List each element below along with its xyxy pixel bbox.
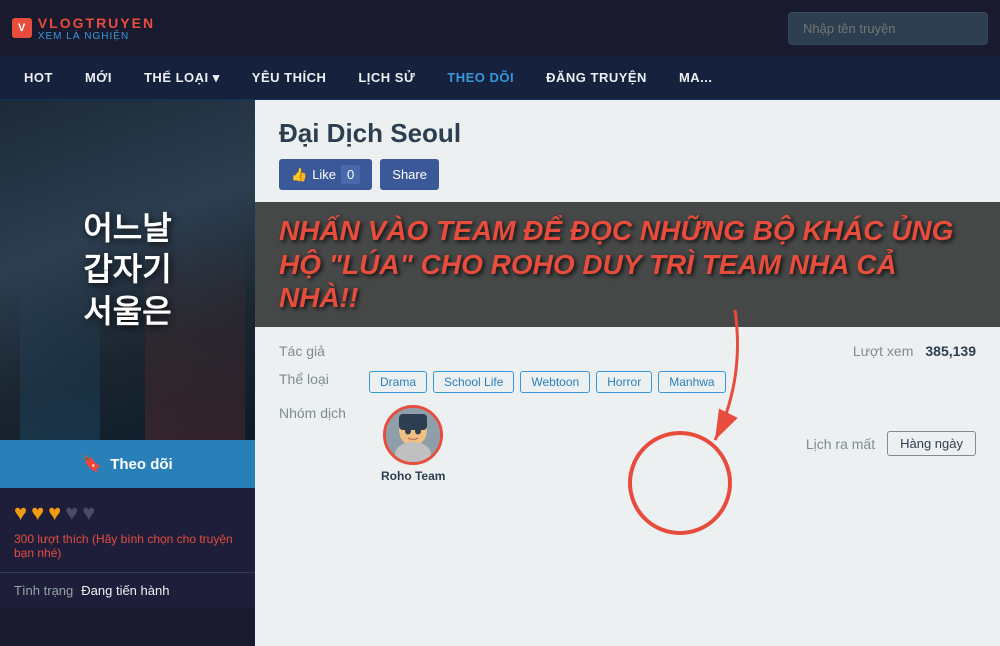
translator-avatar[interactable] — [383, 405, 443, 465]
action-buttons: 👍 Like 0 Share — [279, 159, 976, 190]
tag-horror[interactable]: Horror — [596, 371, 652, 393]
header: V VLOGTRUYEN XEM LÀ NGHIỆN — [0, 0, 1000, 56]
manga-title: Đại Dịch Seoul — [279, 118, 976, 149]
main-nav: HOT MỚI THỂ LOẠI ▾ YÊU THÍCH LỊCH SỬ THE… — [0, 56, 1000, 100]
nhom-dich-row: Nhóm dịch — [279, 405, 976, 483]
nav-item-theo-doi[interactable]: THEO DÕI — [431, 56, 530, 100]
avatar-svg — [386, 408, 440, 462]
nhom-dich-left: Nhóm dịch — [279, 405, 445, 483]
stars-row[interactable]: ♥ ♥ ♥ ♥ ♥ — [14, 500, 241, 526]
status-section: Tình trạng Đang tiến hành — [0, 572, 255, 608]
star-3[interactable]: ♥ — [48, 500, 61, 526]
like-label: Like — [312, 167, 336, 182]
like-count: 0 — [341, 165, 360, 184]
lich-ra-mat-right: Lịch ra mất Hàng ngày — [806, 431, 976, 456]
tag-manhwa[interactable]: Manhwa — [658, 371, 725, 393]
luot-xem-label: Lượt xem — [853, 343, 914, 359]
star-1[interactable]: ♥ — [14, 500, 27, 526]
nav-item-moi[interactable]: MỚI — [69, 56, 128, 100]
like-button[interactable]: 👍 Like 0 — [279, 159, 372, 190]
follow-button[interactable]: 🔖 Theo dõi — [0, 440, 255, 488]
tag-drama[interactable]: Drama — [369, 371, 427, 393]
share-button[interactable]: Share — [380, 159, 439, 190]
logo-top: VLOGTRUYEN — [38, 15, 155, 31]
logo-text: VLOGTRUYEN XEM LÀ NGHIỆN — [38, 15, 155, 42]
korean-title: 어느날갑자기서울은 — [75, 208, 179, 333]
tinh-trang-value: Đang tiến hành — [81, 583, 169, 598]
tinh-trang-label: Tình trạng — [14, 583, 73, 598]
nav-item-hot[interactable]: HOT — [8, 56, 69, 100]
tac-gia-row: Tác giả Lượt xem 385,139 — [279, 343, 976, 359]
tags-container: Drama School Life Webtoon Horror Manhwa — [369, 371, 726, 393]
promo-text: NHẤN VÀO TEAM ĐỂ ĐỌC NHỮNG BỘ KHÁC ỦNG H… — [279, 214, 976, 315]
luot-xem-value: 385,139 — [925, 343, 976, 359]
translator-name: Roho Team — [381, 469, 445, 483]
stars-section: ♥ ♥ ♥ ♥ ♥ 300 lượt thích (Hãy bình chọn … — [0, 488, 255, 572]
search-input[interactable] — [788, 12, 988, 45]
tac-gia-left: Tác giả — [279, 343, 369, 359]
star-4[interactable]: ♥ — [65, 500, 78, 526]
star-2[interactable]: ♥ — [31, 500, 44, 526]
translator-group[interactable]: Roho Team — [381, 405, 445, 483]
logo-icon: V — [12, 18, 32, 38]
the-loai-row: Thể loại Drama School Life Webtoon Horro… — [279, 371, 976, 393]
status-row: Tình trạng Đang tiến hành — [14, 583, 241, 598]
follow-label: Theo dõi — [110, 456, 173, 473]
tac-gia-label: Tác giả — [279, 343, 369, 359]
nav-item-ma[interactable]: MA... — [663, 56, 729, 100]
main-content: ROHO TEAM VLOGTRUYEN XEM LÀ NGHIỆN 어느날갑자… — [0, 100, 1000, 646]
logo-bottom: XEM LÀ NGHIỆN — [38, 31, 155, 42]
nav-item-the-loai[interactable]: THỂ LOẠI ▾ — [128, 56, 236, 100]
nhom-dich-label: Nhóm dịch — [279, 405, 369, 421]
info-section: Tác giả Lượt xem 385,139 Thể loại Drama … — [255, 327, 1000, 511]
avatar-inner — [386, 408, 440, 462]
title-area: Đại Dịch Seoul 👍 Like 0 Share — [255, 100, 1000, 202]
logo[interactable]: V VLOGTRUYEN XEM LÀ NGHIỆN — [12, 15, 155, 42]
manga-cover: ROHO TEAM VLOGTRUYEN XEM LÀ NGHIỆN 어느날갑자… — [0, 100, 255, 440]
likes-count: 300 lượt thích (Hãy bình chọn cho truyện… — [14, 532, 241, 560]
lich-ra-mat-label: Lịch ra mất — [806, 436, 875, 452]
nav-item-yeu-thich[interactable]: YÊU THÍCH — [236, 56, 343, 100]
nav-item-lich-su[interactable]: LỊCH SỬ — [342, 56, 431, 100]
luot-xem-right: Lượt xem 385,139 — [853, 343, 976, 359]
right-panel: Đại Dịch Seoul 👍 Like 0 Share NHẤN VÀO T… — [255, 100, 1000, 646]
promo-overlay: NHẤN VÀO TEAM ĐỂ ĐỌC NHỮNG BỘ KHÁC ỦNG H… — [255, 202, 1000, 327]
tag-webtoon[interactable]: Webtoon — [520, 371, 590, 393]
schedule-button[interactable]: Hàng ngày — [887, 431, 976, 456]
bookmark-icon: 🔖 — [82, 454, 102, 474]
like-thumb-icon: 👍 — [291, 167, 307, 183]
left-panel: ROHO TEAM VLOGTRUYEN XEM LÀ NGHIỆN 어느날갑자… — [0, 100, 255, 646]
star-5[interactable]: ♥ — [82, 500, 95, 526]
the-loai-label: Thể loại — [279, 371, 369, 387]
tag-school[interactable]: School Life — [433, 371, 514, 393]
nav-item-dang-truyen[interactable]: ĐĂNG TRUYỆN — [530, 56, 663, 100]
